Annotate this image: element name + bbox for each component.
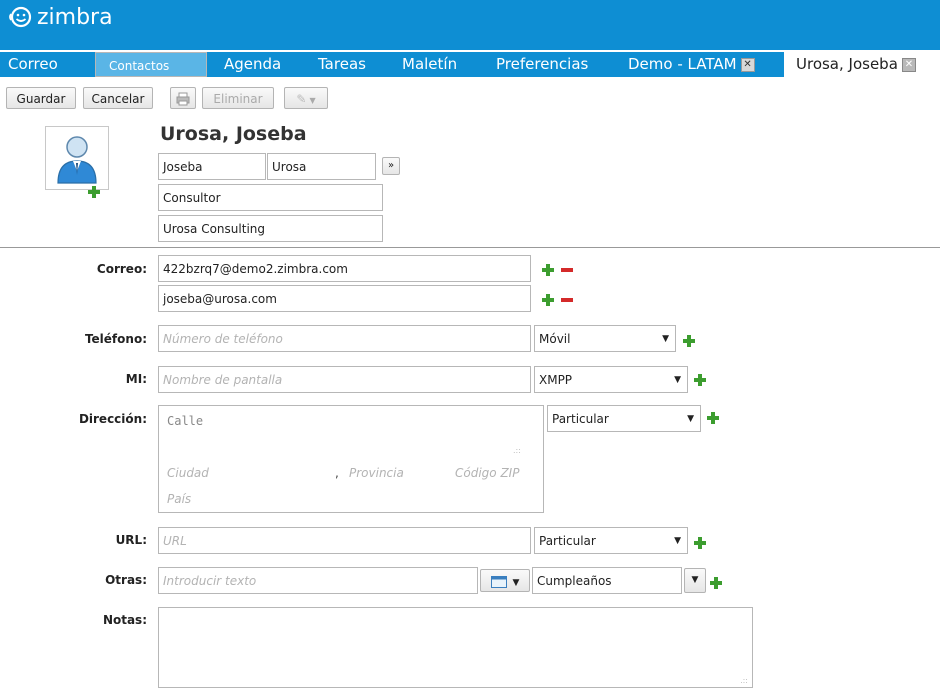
im-field[interactable]: Nombre de pantalla: [158, 366, 531, 393]
other-field[interactable]: Introducir texto: [158, 567, 478, 594]
delete-button[interactable]: Eliminar: [202, 87, 274, 109]
street-field[interactable]: Calle: [167, 414, 203, 428]
url-type-select[interactable]: Particular ▼: [534, 527, 688, 554]
add-photo-icon[interactable]: [88, 186, 100, 198]
tab-agenda[interactable]: Agenda: [224, 52, 281, 77]
tab-maletin[interactable]: Maletín: [402, 52, 457, 77]
tab-tareas[interactable]: Tareas: [318, 52, 366, 77]
tag-icon: ✎: [296, 92, 307, 106]
first-name-field[interactable]: Joseba: [158, 153, 266, 180]
zimbra-logo[interactable]: zimbra: [8, 4, 113, 30]
other-type-dropdown[interactable]: ▼: [684, 568, 706, 593]
email-field[interactable]: 422bzrq7@demo2.zimbra.com: [158, 255, 531, 282]
tab-label: Tareas: [318, 55, 366, 73]
company-field[interactable]: Urosa Consulting: [158, 215, 383, 242]
tab-label: Urosa, Joseba: [796, 55, 898, 73]
printer-icon: [176, 92, 190, 106]
remove-email-icon[interactable]: [561, 298, 573, 302]
add-url-icon[interactable]: [694, 537, 706, 549]
chevron-down-icon: ▼: [674, 375, 681, 385]
tab-preferencias[interactable]: Preferencias: [496, 52, 588, 77]
other-label: Otras:: [105, 573, 147, 587]
chevron-down-icon: ▼: [691, 575, 699, 585]
tag-button[interactable]: ✎ ▼: [284, 87, 328, 109]
state-field[interactable]: Provincia: [349, 466, 404, 480]
add-phone-icon[interactable]: [683, 335, 695, 347]
close-icon[interactable]: ✕: [740, 57, 755, 72]
last-name-field[interactable]: Urosa: [267, 153, 376, 180]
person-icon: [57, 136, 97, 184]
tab-urosa-joseba[interactable]: Urosa, Joseba ✕: [784, 52, 940, 77]
address-label: Dirección:: [78, 412, 147, 426]
im-label: MI:: [125, 372, 147, 386]
chevron-down-icon: ▼: [662, 334, 669, 344]
cancel-button[interactable]: Cancelar: [83, 87, 153, 109]
chevron-down-icon: ▼: [674, 536, 681, 546]
print-button[interactable]: [170, 87, 196, 109]
email-field[interactable]: joseba@urosa.com: [158, 285, 531, 312]
im-type-select[interactable]: XMPP ▼: [534, 366, 688, 393]
tab-correo[interactable]: Correo: [0, 52, 92, 77]
add-address-icon[interactable]: [707, 412, 719, 424]
logo-text: zimbra: [37, 4, 113, 30]
notes-textarea[interactable]: .::: [158, 607, 753, 688]
job-title-field[interactable]: Consultor: [158, 184, 383, 211]
email-label: Correo:: [96, 262, 147, 276]
notes-label: Notas:: [102, 613, 147, 627]
add-email-icon[interactable]: [542, 264, 554, 276]
phone-label: Teléfono:: [84, 332, 147, 346]
tab-label: Contactos: [109, 59, 170, 73]
chevron-down-icon: ▼: [687, 414, 694, 424]
tab-label: Preferencias: [496, 55, 589, 73]
expand-name-button[interactable]: »: [382, 157, 400, 175]
tab-contactos[interactable]: Contactos: [95, 52, 207, 77]
section-divider: [0, 247, 940, 248]
add-im-icon[interactable]: [694, 374, 706, 386]
contact-display-name: Urosa, Joseba: [160, 123, 307, 145]
address-comma: ,: [335, 466, 339, 480]
phone-field[interactable]: Número de teléfono: [158, 325, 531, 352]
address-type-select[interactable]: Particular ▼: [547, 405, 701, 432]
other-type-select[interactable]: Cumpleaños: [532, 567, 682, 594]
remove-email-icon[interactable]: [561, 268, 573, 272]
address-box: Calle .:: Ciudad , Provincia Código ZIP …: [158, 405, 544, 513]
other-type-value: Cumpleaños: [537, 574, 612, 588]
phone-type-select[interactable]: Móvil ▼: [534, 325, 676, 352]
phone-type-value: Móvil: [539, 332, 571, 346]
tab-label: Agenda: [224, 55, 282, 73]
resize-grip-icon[interactable]: .::: [740, 676, 748, 685]
url-field[interactable]: URL: [158, 527, 531, 554]
contact-photo[interactable]: [45, 126, 109, 190]
tab-demo-latam[interactable]: Demo - LATAM ✕: [628, 52, 755, 77]
date-picker-button[interactable]: ▼: [480, 569, 530, 592]
add-email-icon[interactable]: [542, 294, 554, 306]
im-type-value: XMPP: [539, 373, 573, 387]
tab-label: Correo: [8, 55, 58, 73]
close-icon[interactable]: ✕: [901, 57, 916, 72]
tab-label: Maletín: [402, 55, 458, 73]
resize-grip-icon[interactable]: .::: [513, 446, 521, 455]
calendar-icon: [490, 575, 507, 588]
address-type-value: Particular: [552, 412, 609, 426]
save-button[interactable]: Guardar: [6, 87, 76, 109]
chevron-down-icon: ▼: [512, 578, 520, 588]
tab-label: Demo - LATAM: [628, 55, 737, 73]
country-field[interactable]: País: [167, 492, 191, 506]
add-other-icon[interactable]: [710, 577, 722, 589]
chevron-down-icon: ▼: [309, 96, 316, 105]
zimbra-logo-icon: [9, 6, 32, 28]
zip-field[interactable]: Código ZIP: [455, 466, 519, 480]
url-type-value: Particular: [539, 534, 596, 548]
city-field[interactable]: Ciudad: [167, 466, 209, 480]
url-label: URL:: [115, 533, 147, 547]
header-bar: [0, 0, 940, 50]
